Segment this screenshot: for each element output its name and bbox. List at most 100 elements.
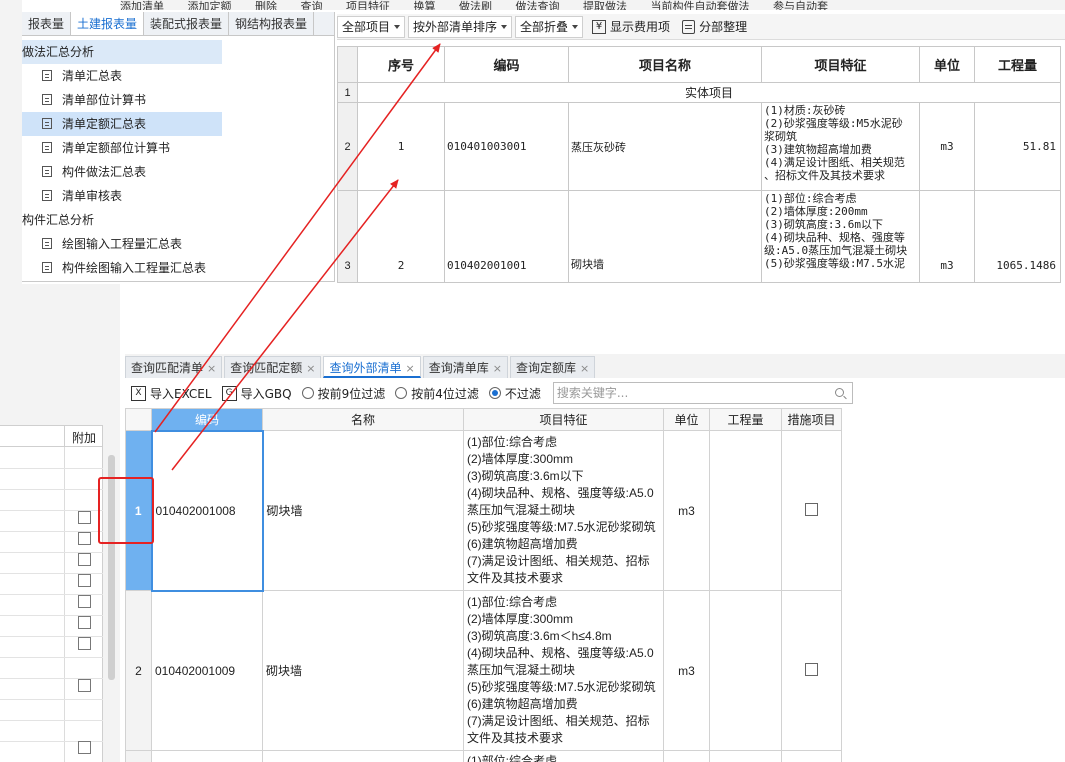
add-list-button[interactable]: 添加清单 bbox=[120, 0, 164, 10]
extract-method-button[interactable]: 提取做法 bbox=[583, 0, 627, 10]
search-icon[interactable] bbox=[834, 388, 844, 397]
import-excel-button[interactable]: X 导入EXCEL bbox=[131, 385, 212, 402]
extra-checkbox[interactable] bbox=[78, 595, 91, 608]
tree-item-component-drawing-summary[interactable]: 构件绘图输入工程量汇总表 bbox=[22, 256, 334, 280]
tab-match-quota[interactable]: 查询匹配定额 × bbox=[224, 356, 322, 378]
organize-sections-button[interactable]: 分部整理 bbox=[676, 16, 753, 38]
show-fees-button[interactable]: ¥ 显示费用项 bbox=[586, 16, 676, 38]
unit-cell[interactable]: m3 bbox=[919, 190, 975, 283]
col-header-name[interactable]: 名称 bbox=[262, 408, 464, 431]
col-header-unit[interactable]: 单位 bbox=[663, 408, 710, 431]
code-cell[interactable]: 010402001001 bbox=[444, 190, 569, 283]
extra-checkbox[interactable] bbox=[78, 574, 91, 587]
tree-group-component-summary[interactable]: 构件汇总分析 bbox=[22, 208, 334, 232]
measure-checkbox[interactable] bbox=[805, 502, 818, 516]
unit-cell[interactable]: m3 bbox=[919, 102, 975, 191]
extra-checkbox[interactable] bbox=[78, 616, 91, 629]
tree-item-drawing-input-summary[interactable]: 绘图输入工程量汇总表 bbox=[22, 232, 334, 256]
extra-checkbox[interactable] bbox=[78, 637, 91, 650]
close-icon[interactable]: × bbox=[207, 362, 216, 375]
col-header-qty[interactable]: 工程量 bbox=[974, 46, 1061, 83]
close-icon[interactable]: × bbox=[306, 362, 315, 375]
row-number[interactable]: 1 bbox=[337, 82, 358, 103]
item-feature-button[interactable]: 项目特征 bbox=[346, 0, 390, 10]
tab-report-quantity[interactable]: 报表量 bbox=[22, 12, 72, 35]
code-cell[interactable]: 010401003001 bbox=[444, 102, 569, 191]
col-header-feature[interactable]: 项目特征 bbox=[761, 46, 920, 83]
extra-checkbox[interactable] bbox=[78, 532, 91, 545]
close-icon[interactable]: × bbox=[493, 362, 502, 375]
col-header-feature[interactable]: 项目特征 bbox=[463, 408, 664, 431]
unit-cell[interactable]: m3 bbox=[663, 590, 710, 751]
row-number[interactable]: 2 bbox=[337, 102, 358, 191]
add-quota-button[interactable]: 添加定额 bbox=[188, 0, 232, 10]
feature-cell[interactable]: (1)材质:灰砂砖 (2)砂浆强度等级:M5水泥砂 浆砌筑 (3)建筑物超高增加… bbox=[761, 102, 920, 191]
auto-apply-method-button[interactable]: 当前构件自动套做法 bbox=[651, 0, 750, 10]
feature-cell[interactable]: (1)部位:综合考虑 (2)墙体厚度:200mm (3)砌筑高度:3.6m以下 … bbox=[761, 190, 920, 283]
name-cell[interactable]: 砌块墙 bbox=[262, 590, 464, 751]
tab-steel-report[interactable]: 钢结构报表量 bbox=[229, 12, 315, 35]
feature-cell[interactable]: (1)部位:综合考虑 (2)墙体厚度:300mm (3)砌筑高度:3.6m以下 … bbox=[463, 430, 664, 591]
col-header-unit[interactable]: 单位 bbox=[919, 46, 975, 83]
tab-civil-report[interactable]: 土建报表量 bbox=[71, 12, 145, 35]
tree-item-list-quota-summary[interactable]: 清单定额汇总表 bbox=[22, 112, 222, 136]
qty-cell[interactable] bbox=[709, 430, 782, 591]
name-cell[interactable] bbox=[262, 750, 464, 762]
participate-auto-checkbox[interactable]: 参与自动套 bbox=[773, 0, 828, 10]
extra-checkbox[interactable] bbox=[78, 741, 91, 754]
col-header-seq[interactable]: 序号 bbox=[357, 46, 445, 83]
code-cell[interactable]: 010402001009 bbox=[151, 590, 263, 751]
seq-cell[interactable]: 2 bbox=[357, 190, 445, 283]
col-header-qty[interactable]: 工程量 bbox=[709, 408, 782, 431]
col-header-code[interactable]: 编码 bbox=[151, 408, 263, 431]
qty-cell[interactable] bbox=[709, 590, 782, 751]
collapse-all-dropdown[interactable]: 全部折叠 bbox=[515, 15, 584, 38]
table-row[interactable]: 1 实体项目 bbox=[337, 82, 1061, 103]
tree-item-list-audit[interactable]: 清单审核表 bbox=[22, 184, 334, 208]
table-row[interactable]: 2 1 010401003001 蒸压灰砂砖 (1)材质:灰砂砖 (2)砂浆强度… bbox=[337, 102, 1061, 191]
table-row[interactable]: 3 2 010402001001 砌块墙 (1)部位:综合考虑 (2)墙体厚度:… bbox=[337, 190, 1061, 283]
search-input[interactable]: 搜索关键字... bbox=[552, 382, 853, 404]
qty-cell[interactable]: 1065.1486 bbox=[974, 190, 1061, 283]
extra-checkbox[interactable] bbox=[78, 511, 91, 524]
convert-button[interactable]: 换算 bbox=[414, 0, 436, 10]
col-header-code[interactable]: 编码 bbox=[444, 46, 569, 83]
tree-item-list-quota-location-calc[interactable]: 清单定额部位计算书 bbox=[22, 136, 334, 160]
table-row[interactable]: 2 010402001009 砌块墙 (1)部位:综合考虑 (2)墙体厚度:30… bbox=[125, 590, 842, 751]
feature-cell[interactable]: (1)部位:综合考虑 bbox=[463, 750, 664, 762]
filter-9-radio[interactable]: 按前9位过滤 bbox=[301, 385, 385, 402]
code-cell[interactable] bbox=[151, 750, 263, 762]
all-items-dropdown[interactable]: 全部项目 bbox=[337, 15, 406, 38]
seq-cell[interactable]: 1 bbox=[357, 102, 445, 191]
unit-cell[interactable] bbox=[663, 750, 710, 762]
name-cell[interactable]: 蒸压灰砂砖 bbox=[568, 102, 762, 191]
import-gbq-button[interactable]: G 导入GBQ bbox=[221, 385, 292, 402]
tree-group-method-summary[interactable]: 做法汇总分析 bbox=[22, 40, 222, 64]
row-number[interactable]: 3 bbox=[337, 190, 358, 283]
tab-external-list[interactable]: 查询外部清单 × bbox=[323, 356, 421, 378]
table-row[interactable]: 1 010402001008 砌块墙 (1)部位:综合考虑 (2)墙体厚度:30… bbox=[125, 429, 842, 592]
extra-checkbox[interactable] bbox=[78, 553, 91, 566]
filter-4-radio[interactable]: 按前4位过滤 bbox=[395, 385, 479, 402]
name-cell[interactable]: 砌块墙 bbox=[262, 430, 464, 591]
row-number[interactable] bbox=[125, 750, 152, 762]
method-brush-button[interactable]: 做法刷 bbox=[459, 0, 492, 10]
tree-item-component-method-summary[interactable]: 构件做法汇总表 bbox=[22, 160, 334, 184]
tab-list-library[interactable]: 查询清单库 × bbox=[422, 356, 508, 378]
sort-external-dropdown[interactable]: 按外部清单排序 bbox=[408, 15, 513, 38]
measure-cell[interactable] bbox=[781, 590, 842, 751]
measure-cell[interactable] bbox=[781, 430, 842, 591]
close-icon[interactable]: × bbox=[405, 362, 414, 375]
unit-cell[interactable]: m3 bbox=[663, 430, 710, 591]
col-header-measure[interactable]: 措施项目 bbox=[781, 408, 842, 431]
qty-cell[interactable]: 51.81 bbox=[974, 102, 1061, 191]
tab-prefab-report[interactable]: 装配式报表量 bbox=[144, 12, 230, 35]
table-row[interactable]: (1)部位:综合考虑 bbox=[125, 750, 842, 762]
feature-cell[interactable]: (1)部位:综合考虑 (2)墙体厚度:300mm (3)砌筑高度:3.6m＜h≤… bbox=[463, 590, 664, 751]
row-number[interactable]: 2 bbox=[125, 590, 152, 751]
tree-item-list-location-calc[interactable]: 清单部位计算书 bbox=[22, 88, 334, 112]
tab-match-list[interactable]: 查询匹配清单 × bbox=[125, 356, 223, 378]
measure-cell[interactable] bbox=[781, 750, 842, 762]
extra-checkbox[interactable] bbox=[78, 679, 91, 692]
no-filter-radio[interactable]: 不过滤 bbox=[488, 385, 541, 402]
